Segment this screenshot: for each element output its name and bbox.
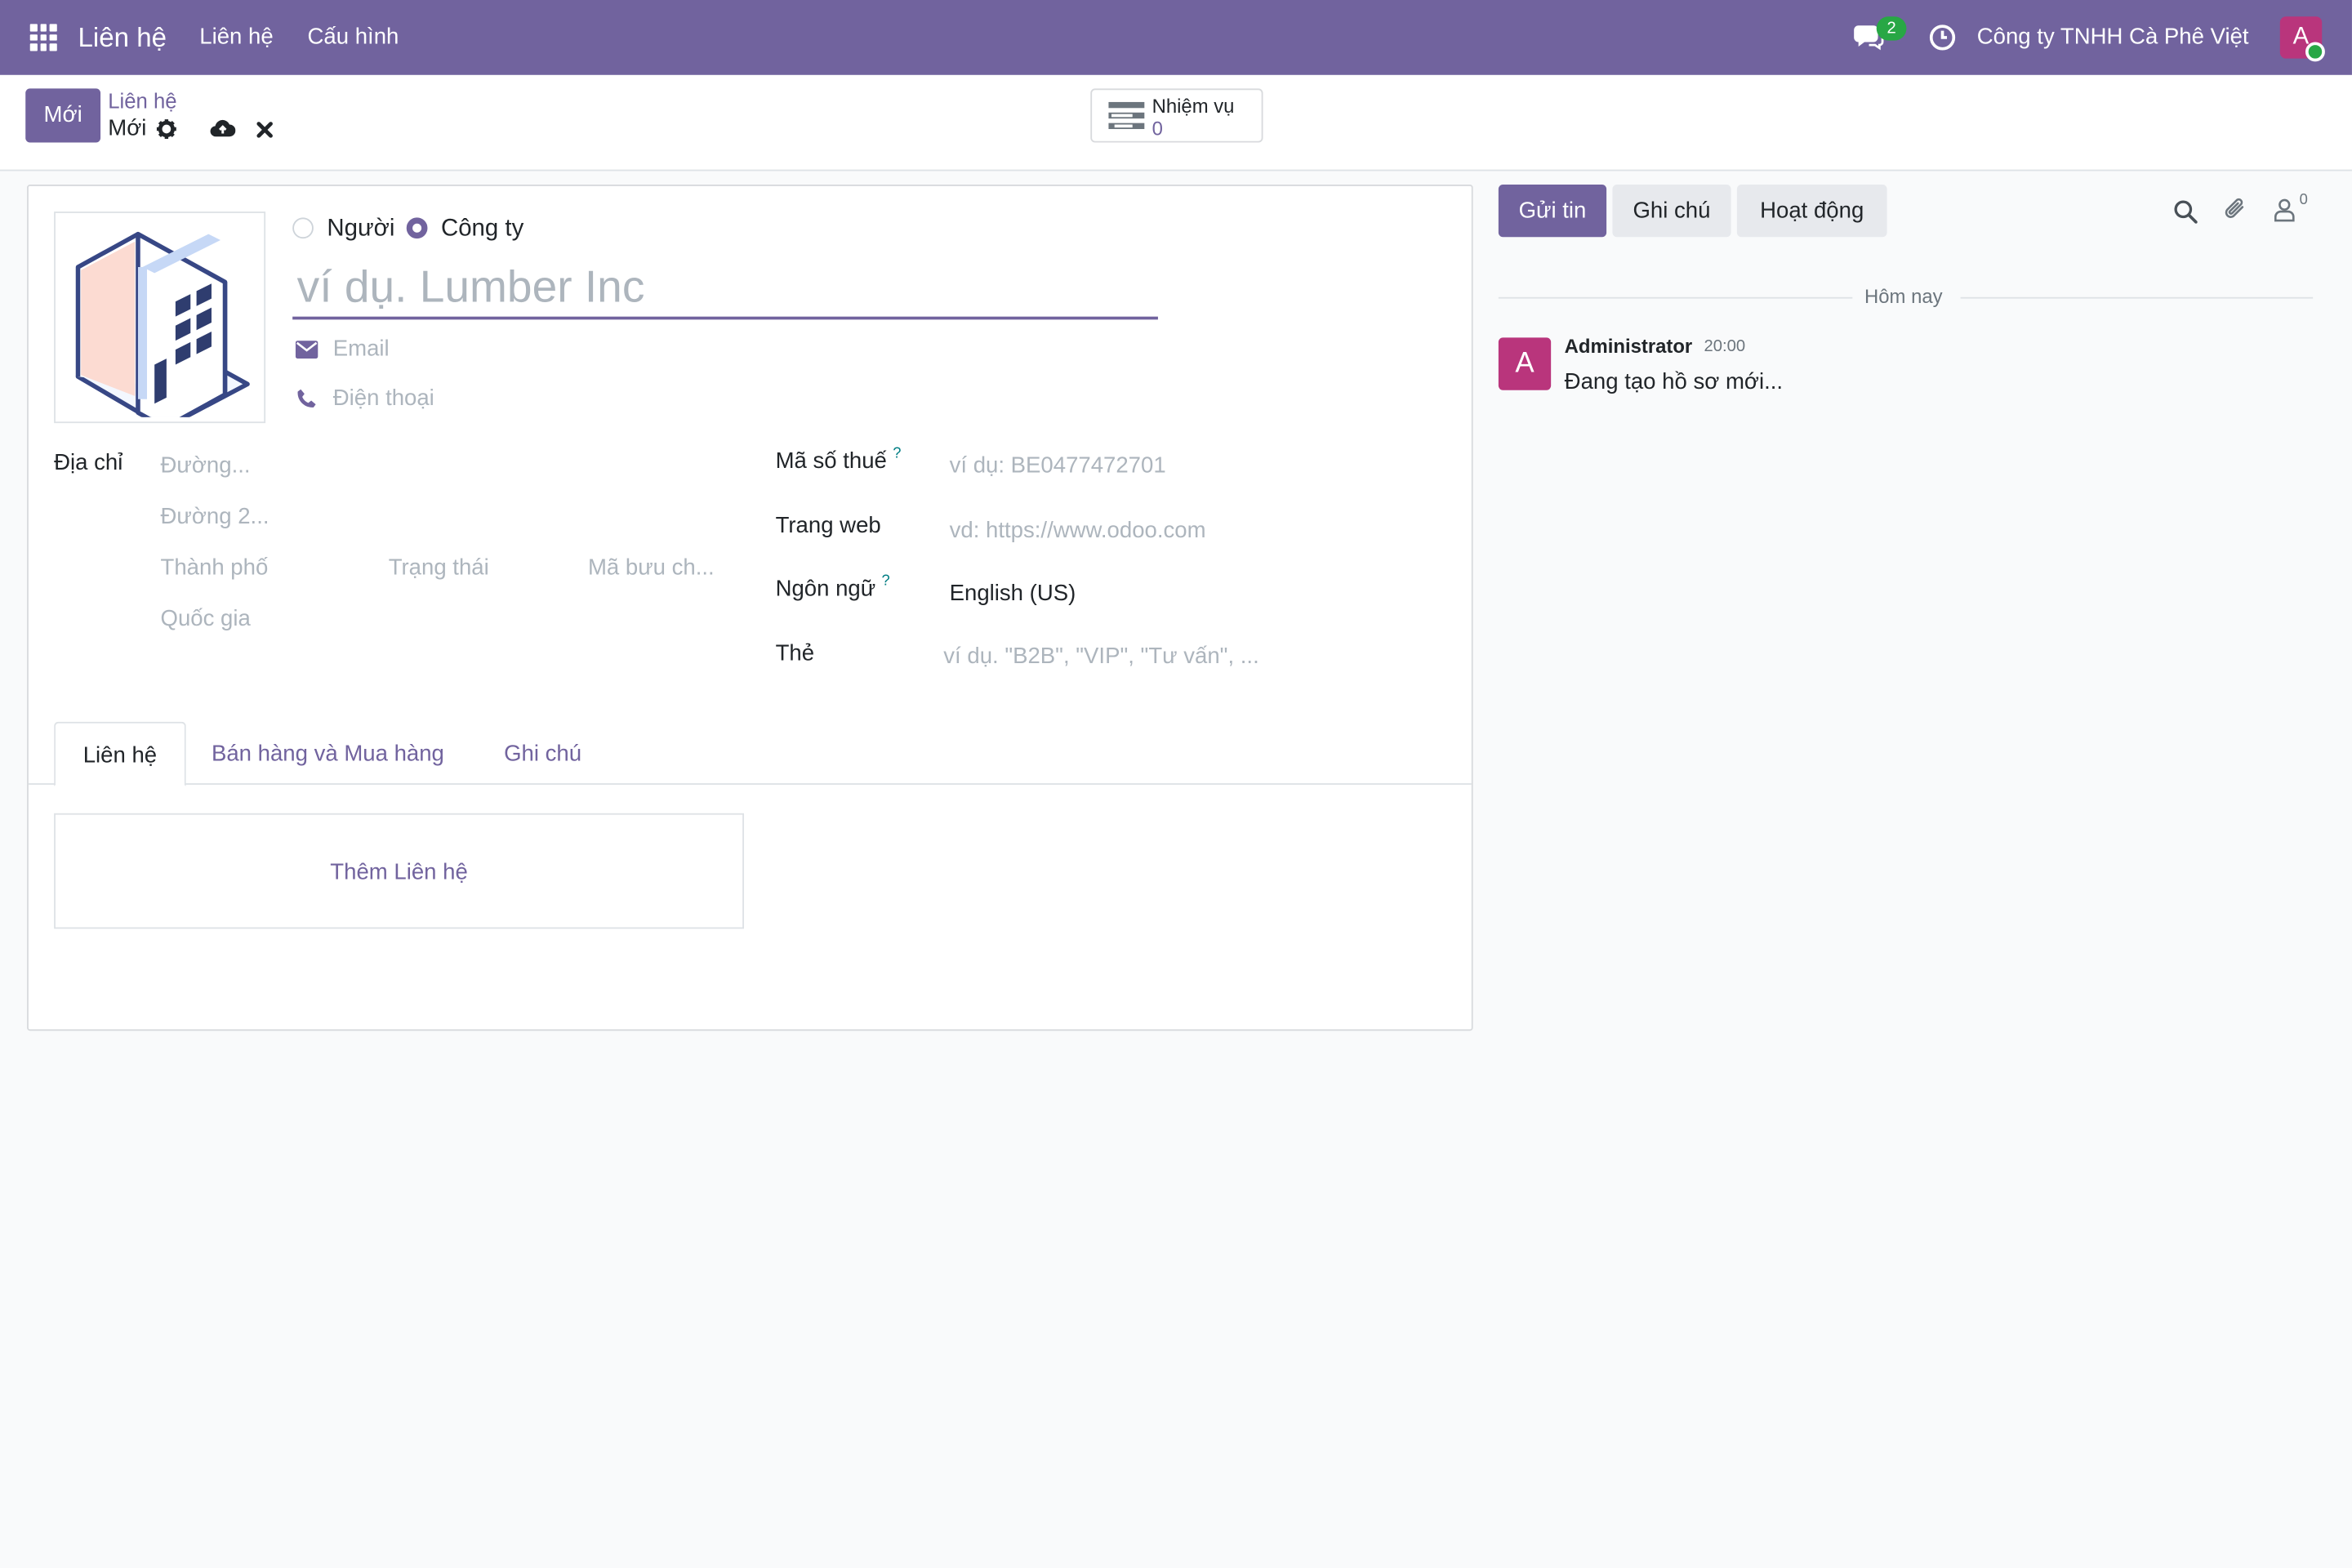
street-input[interactable]: Đường... — [161, 453, 251, 479]
language-help[interactable]: ? — [882, 573, 890, 590]
menu-configuration[interactable]: Cấu hình — [308, 0, 399, 75]
breadcrumb-parent[interactable]: Liên hệ — [108, 88, 176, 112]
breadcrumb-current: Mới — [108, 115, 147, 141]
menu-contacts[interactable]: Liên hệ — [199, 0, 273, 75]
company-name-input[interactable]: ví dụ. Lumber Inc — [297, 263, 645, 314]
top-navbar: Liên hệ Liên hệ Cấu hình 2 Công ty TNHH … — [0, 0, 2352, 75]
city-input[interactable]: Thành phố — [161, 555, 269, 581]
tab-sales-purchase[interactable]: Bán hàng và Mua hàng — [212, 722, 444, 786]
follower-count: 0 — [2299, 192, 2308, 209]
send-message-button[interactable]: Gửi tin — [1498, 184, 1607, 238]
vat-label-text: Mã số thuế — [775, 448, 887, 474]
language-label-text: Ngôn ngữ — [775, 576, 876, 602]
message-author-avatar[interactable]: A — [1498, 337, 1552, 390]
tags-label: Thẻ — [775, 640, 815, 666]
name-underline — [292, 316, 1158, 320]
online-status-dot — [2305, 42, 2325, 62]
activity-clock-icon[interactable] — [1929, 24, 1956, 51]
website-label: Trang web — [775, 513, 881, 539]
log-note-button[interactable]: Ghi chú — [1612, 184, 1731, 238]
app-menu-icon[interactable] — [29, 24, 57, 51]
gear-icon[interactable] — [156, 118, 177, 140]
language-select[interactable]: English (US) — [950, 581, 1076, 606]
add-contact-button[interactable]: Thêm Liên hệ — [54, 813, 745, 929]
address-label: Địa chỉ — [54, 450, 123, 476]
vat-help[interactable]: ? — [893, 446, 901, 462]
tab-notes[interactable]: Ghi chú — [504, 722, 581, 786]
tasks-icon — [1108, 101, 1145, 130]
message-count-badge: 2 — [1876, 16, 1907, 41]
vat-label: Mã số thuế? — [775, 446, 902, 474]
search-icon[interactable] — [2173, 199, 2198, 224]
new-button[interactable]: Mới — [25, 88, 101, 143]
zip-input[interactable]: Mã bưu ch... — [588, 555, 715, 581]
discard-icon[interactable] — [256, 122, 273, 138]
message-author[interactable]: Administrator — [1565, 335, 1693, 358]
radio-company[interactable] — [406, 217, 428, 239]
tags-input[interactable]: ví dụ. "B2B", "VIP", "Tư vấn", ... — [943, 644, 1258, 669]
radio-person-label[interactable]: Người — [327, 216, 394, 243]
language-label: Ngôn ngữ? — [775, 573, 890, 602]
save-cloud-icon[interactable] — [210, 117, 236, 138]
phone-icon — [297, 389, 316, 408]
paperclip-icon[interactable] — [2223, 197, 2248, 224]
state-input[interactable]: Trạng thái — [389, 555, 489, 581]
company-switcher[interactable]: Công ty TNHH Cà Phê Việt — [1977, 0, 2249, 75]
date-separator-line-right — [1960, 296, 2314, 299]
website-input[interactable]: vd: https://www.odoo.com — [950, 518, 1206, 543]
envelope-icon — [295, 341, 318, 359]
phone-input[interactable]: Điện thoại — [333, 385, 434, 411]
country-input[interactable]: Quốc gia — [161, 606, 251, 631]
tab-contacts[interactable]: Liên hệ — [54, 721, 186, 786]
tasks-label: Nhiệm vụ — [1152, 94, 1235, 118]
company-building-icon — [75, 231, 250, 417]
activity-button[interactable]: Hoạt động — [1736, 184, 1887, 238]
email-input[interactable]: Email — [333, 336, 390, 362]
date-separator-line-left — [1498, 296, 1853, 299]
vat-input[interactable]: ví dụ: BE0477472701 — [950, 453, 1166, 479]
tasks-stat-button[interactable]: Nhiệm vụ 0 — [1090, 88, 1263, 143]
date-separator: Hôm nay — [1864, 285, 1943, 308]
app-name[interactable]: Liên hệ — [78, 0, 167, 75]
street2-input[interactable]: Đường 2... — [161, 504, 270, 529]
tasks-count: 0 — [1152, 117, 1163, 140]
company-image-field[interactable] — [54, 212, 266, 424]
message-time: 20:00 — [1704, 337, 1746, 356]
radio-company-label[interactable]: Công ty — [441, 216, 523, 243]
followers-icon[interactable] — [2274, 198, 2295, 222]
message-body: Đang tạo hồ sơ mới... — [1564, 368, 1784, 395]
radio-person[interactable] — [292, 217, 314, 239]
